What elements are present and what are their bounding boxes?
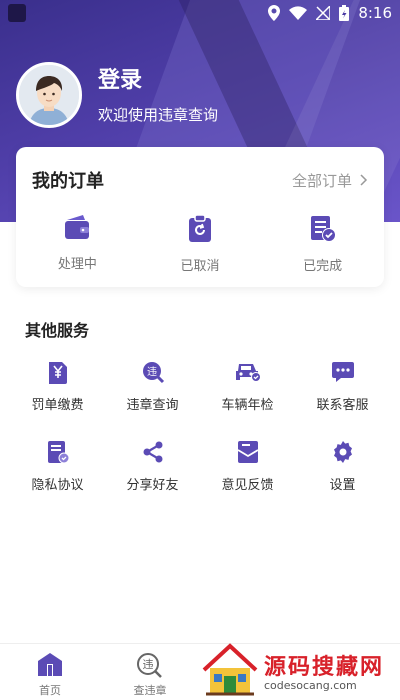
watermark-title: 源码搜藏网	[264, 654, 385, 680]
order-processing-label: 处理中	[57, 257, 97, 272]
service-customer-support-label: 联系客服	[316, 398, 369, 413]
gear-icon	[333, 441, 352, 463]
feedback-envelope-icon	[237, 441, 258, 463]
privacy-doc-icon	[47, 441, 69, 464]
service-feedback[interactable]: 意见反馈	[200, 440, 295, 504]
tab-home-label: 首页	[39, 684, 61, 697]
all-orders-label: 全部订单	[291, 171, 352, 190]
orders-card: 我的订单 全部订单 处理中 已取消 已完成	[16, 147, 384, 287]
car-inspection-icon	[235, 364, 261, 382]
battery-icon	[339, 5, 350, 21]
order-cancelled-label: 已取消	[180, 259, 220, 274]
orders-title: 我的订单	[32, 171, 104, 192]
share-icon	[143, 441, 162, 463]
service-violation-search-label: 违章查询	[126, 398, 179, 413]
service-share-friends-label: 分享好友	[126, 478, 179, 493]
chevron-right-icon	[360, 174, 368, 186]
order-processing[interactable]: 处理中	[16, 215, 139, 274]
status-time: 8:16	[358, 4, 392, 22]
location-icon	[268, 5, 281, 21]
services-grid: 罚单缴费 违 违章查询 车辆年检 联系客服 隐私协议 分享好友 意见反馈 设置	[10, 360, 390, 504]
svg-text:违: 违	[143, 658, 154, 671]
services-title: 其他服务	[25, 321, 90, 340]
service-settings-label: 设置	[329, 478, 356, 493]
service-privacy-agreement-label: 隐私协议	[31, 478, 84, 493]
service-settings[interactable]: 设置	[295, 440, 390, 504]
tab-search-violation-label: 查违章	[133, 684, 167, 697]
wifi-icon	[289, 6, 308, 20]
svg-text:违: 违	[147, 366, 157, 378]
tab-search-violation[interactable]: 违 查违章	[100, 644, 200, 700]
signal-icon	[316, 6, 331, 20]
tab-home[interactable]: 首页	[0, 644, 100, 700]
service-car-inspection[interactable]: 车辆年检	[200, 360, 295, 424]
service-share-friends[interactable]: 分享好友	[105, 440, 200, 504]
service-feedback-label: 意见反馈	[221, 478, 274, 493]
login-title[interactable]: 登录	[98, 66, 218, 96]
service-ticket-payment-label: 罚单缴费	[31, 398, 84, 413]
search-violation-icon: 违	[137, 653, 162, 678]
avatar[interactable]	[16, 62, 82, 128]
chat-bubble-icon	[331, 362, 354, 382]
home-icon	[38, 653, 62, 676]
order-completed[interactable]: 已完成	[261, 215, 384, 274]
document-check-icon	[310, 216, 336, 242]
status-bar: 8:16	[0, 0, 400, 26]
wallet-icon	[65, 215, 90, 239]
order-completed-label: 已完成	[303, 259, 343, 274]
order-cancelled[interactable]: 已取消	[139, 215, 262, 274]
profile-area[interactable]: 登录 欢迎使用违章查询	[16, 62, 218, 128]
ticket-yen-icon	[48, 362, 67, 384]
service-ticket-payment[interactable]: 罚单缴费	[10, 360, 105, 424]
house-logo-icon	[200, 642, 260, 698]
watermark-logo: 源码搜藏网 codesocang.com	[200, 640, 400, 700]
service-violation-search[interactable]: 违 违章查询	[105, 360, 200, 424]
violation-search-icon: 违	[142, 362, 164, 384]
service-privacy-agreement[interactable]: 隐私协议	[10, 440, 105, 504]
service-car-inspection-label: 车辆年检	[221, 398, 274, 413]
clipboard-refresh-icon	[189, 215, 211, 242]
service-customer-support[interactable]: 联系客服	[295, 360, 390, 424]
welcome-text: 欢迎使用违章查询	[98, 105, 219, 124]
notification-icon	[8, 4, 26, 22]
all-orders-link[interactable]: 全部订单	[292, 170, 368, 191]
